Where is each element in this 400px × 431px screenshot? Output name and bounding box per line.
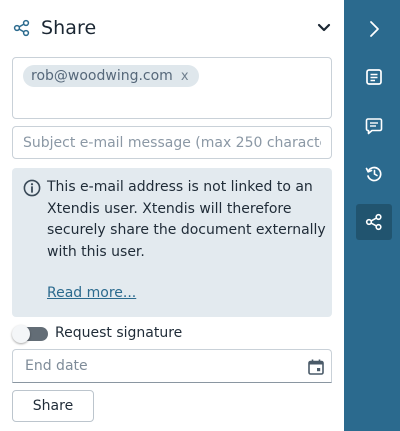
read-more-link[interactable]: Read more... (47, 285, 136, 301)
chevron-down-icon[interactable] (316, 19, 332, 35)
recipient-chip: rob@woodwing.com x (23, 65, 199, 87)
page-title: Share (41, 17, 97, 39)
comment-icon (365, 118, 383, 135)
end-date-input[interactable] (13, 350, 293, 382)
external-user-notice: This e-mail address is not linked to an … (12, 168, 332, 317)
share-icon (365, 213, 382, 231)
share-button[interactable]: Share (12, 390, 94, 422)
notice-message: This e-mail address is not linked to an … (47, 179, 326, 260)
share-panel: Share rob@woodwing.com x This e-mail add… (0, 0, 344, 431)
rail-share-button[interactable] (356, 204, 392, 240)
calendar-icon[interactable] (307, 358, 325, 376)
end-date-field[interactable] (12, 349, 332, 383)
right-rail (344, 0, 400, 431)
document-icon (366, 69, 382, 85)
history-icon (365, 166, 382, 182)
request-signature-toggle[interactable] (12, 325, 48, 343)
rail-comments-button[interactable] (356, 108, 392, 144)
info-icon (23, 179, 41, 197)
recipient-email: rob@woodwing.com (31, 68, 173, 84)
share-icon (13, 19, 31, 37)
request-signature-label: Request signature (55, 325, 183, 341)
subject-input[interactable] (12, 126, 332, 159)
remove-recipient-button[interactable]: x (181, 69, 189, 84)
share-header[interactable]: Share (12, 14, 332, 42)
toggle-knob (12, 325, 30, 343)
rail-expand-button[interactable] (356, 11, 392, 47)
rail-document-button[interactable] (356, 59, 392, 95)
request-signature-row: Request signature (12, 322, 182, 344)
chevron-right-icon (370, 21, 379, 37)
rail-history-button[interactable] (356, 156, 392, 192)
recipients-field[interactable]: rob@woodwing.com x (12, 57, 332, 119)
